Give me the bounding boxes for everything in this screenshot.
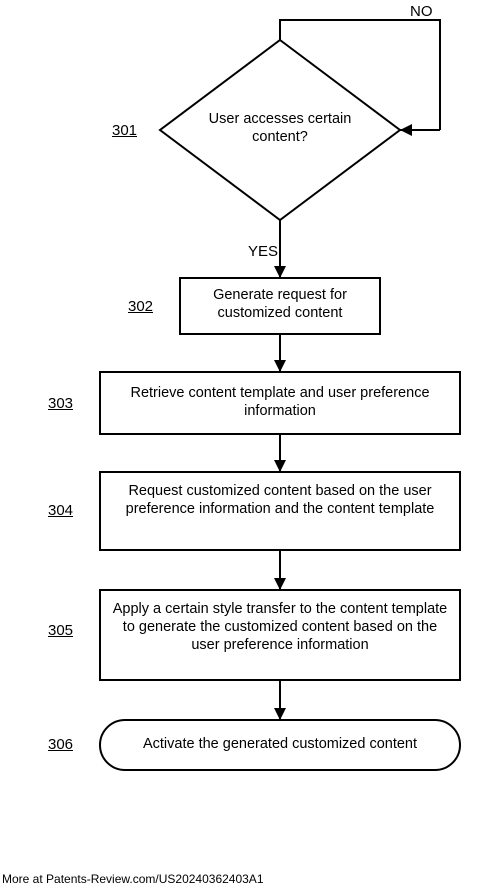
step-num-304: 304	[48, 502, 73, 519]
yes-label: YES	[248, 243, 278, 260]
arrow-304-305	[274, 550, 286, 590]
step-num-306: 306	[48, 736, 73, 753]
no-label: NO	[410, 3, 433, 20]
step-num-302: 302	[128, 298, 153, 315]
process-303-text: Retrieve content template and user prefe…	[110, 384, 450, 420]
terminator-306-text: Activate the generated customized conten…	[110, 735, 450, 753]
process-302-text: Generate request for customized content	[190, 286, 370, 322]
process-304-text: Request customized content based on the …	[110, 482, 450, 518]
step-num-303: 303	[48, 395, 73, 412]
footer-text: More at Patents-Review.com/US20240362403…	[2, 872, 264, 886]
arrow-303-304	[274, 434, 286, 472]
step-num-305: 305	[48, 622, 73, 639]
decision-text: User accesses certain content?	[190, 110, 370, 146]
arrow-302-303	[274, 334, 286, 372]
arrow-305-306	[274, 680, 286, 720]
process-305-text: Apply a certain style transfer to the co…	[110, 600, 450, 654]
step-num-301: 301	[112, 122, 137, 139]
